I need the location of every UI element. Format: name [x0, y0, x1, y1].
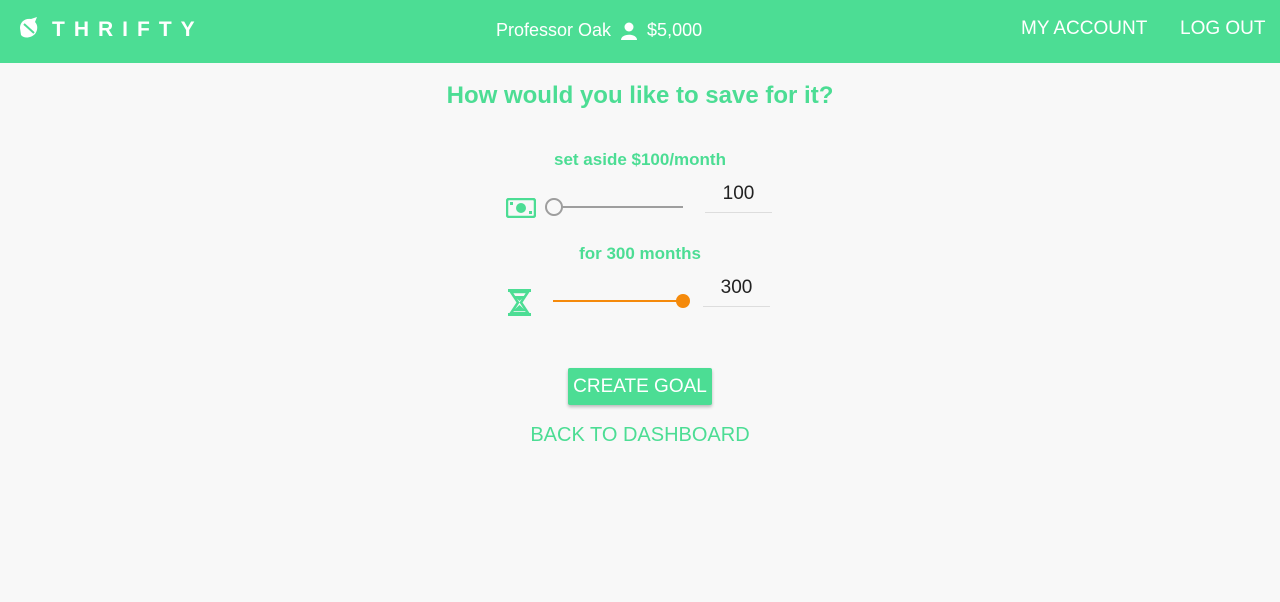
my-account-link[interactable]: MY ACCOUNT — [1021, 18, 1147, 40]
amount-input[interactable] — [705, 176, 772, 213]
back-to-dashboard-link[interactable]: BACK TO DASHBOARD — [0, 424, 1280, 447]
amount-label: set aside $100/month — [554, 150, 726, 169]
amount-slider-thumb[interactable] — [545, 198, 563, 216]
duration-input[interactable] — [703, 270, 770, 307]
acorn-icon — [16, 15, 42, 46]
page-title: How would you like to save for it? — [446, 82, 834, 109]
log-out-link[interactable]: LOG OUT — [1180, 18, 1266, 40]
balance-amount: $5,000 — [647, 20, 703, 40]
duration-label: for 300 months — [579, 244, 701, 263]
amount-slider[interactable] — [545, 196, 685, 218]
hourglass-icon — [508, 289, 531, 321]
user-name: Professor Oak — [496, 20, 612, 40]
duration-slider[interactable] — [553, 290, 691, 312]
amount-slider-track — [555, 206, 683, 208]
user-info: Professor Oak $5,000 — [496, 20, 702, 41]
person-icon — [621, 22, 638, 40]
brand-name: THRIFTY — [52, 18, 204, 41]
duration-slider-thumb[interactable] — [676, 294, 690, 308]
cash-icon — [505, 197, 537, 223]
brand-logo[interactable]: THRIFTY — [16, 16, 204, 44]
create-goal-button[interactable]: CREATE GOAL — [568, 368, 712, 405]
duration-slider-track — [553, 300, 681, 302]
top-nav-bar: THRIFTY Professor Oak $5,000 MY ACCOUNT … — [0, 0, 1280, 63]
